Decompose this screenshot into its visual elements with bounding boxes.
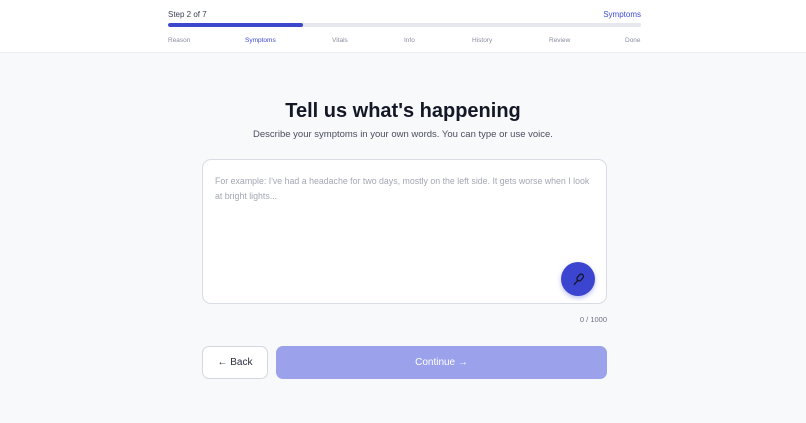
step-label-vitals: Vitals	[332, 37, 348, 44]
step-label-review: Review	[549, 37, 571, 44]
step-label-info: Info	[404, 37, 415, 44]
symptoms-input-container	[202, 159, 607, 304]
current-step-name: Symptoms	[603, 10, 641, 19]
progress-header: Step 2 of 7 Symptoms Reason Symptoms Vit…	[0, 0, 806, 53]
continue-button[interactable]: Continue →	[276, 346, 607, 379]
character-count: 0 / 1000	[579, 315, 607, 324]
symptoms-textarea[interactable]	[203, 160, 606, 303]
microphone-icon	[573, 272, 584, 285]
voice-input-button[interactable]	[561, 262, 595, 296]
step-label-history: History	[472, 37, 493, 44]
page-title: Tell us what's happening	[285, 100, 521, 122]
progress-bar	[168, 23, 641, 27]
step-label-symptoms: Symptoms	[245, 37, 276, 44]
step-label-done: Done	[625, 37, 641, 44]
step-label-reason: Reason	[168, 37, 191, 44]
step-count: Step 2 of 7	[168, 10, 207, 19]
step-labels: Reason Symptoms Vitals Info History Revi…	[168, 37, 641, 47]
back-button[interactable]: ← Back	[202, 346, 268, 379]
page-subtitle: Describe your symptoms in your own words…	[253, 129, 553, 140]
progress-bar-fill	[168, 23, 304, 27]
